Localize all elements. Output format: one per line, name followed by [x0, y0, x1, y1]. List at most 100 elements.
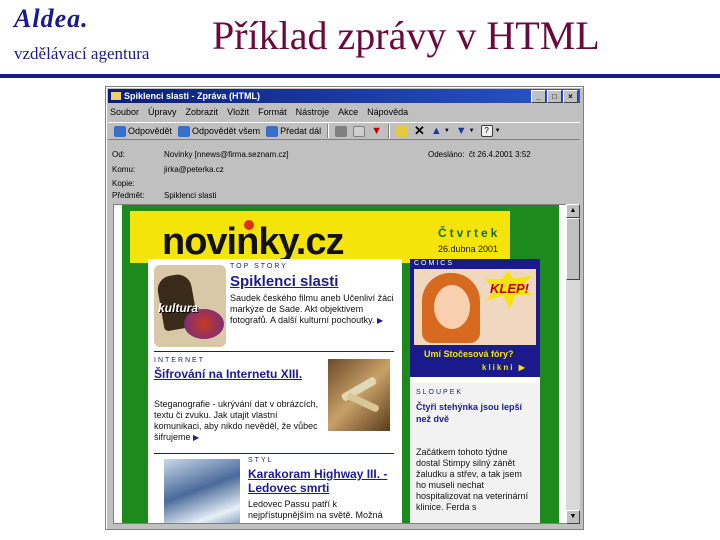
slide-logo: Aldea. [14, 4, 89, 33]
menu-zobrazit[interactable]: Zobrazit [186, 106, 219, 119]
menu-upravy[interactable]: Úpravy [148, 106, 177, 119]
window-titlebar[interactable]: Spiklenci slasti - Zpráva (HTML) _ □ × [108, 89, 580, 103]
down-arrow-icon: ▼ [455, 125, 467, 137]
styl-kicker: STYL [248, 457, 274, 464]
scroll-up-button[interactable]: ▲ [566, 204, 580, 218]
from-label: Od: [112, 150, 125, 159]
comics-arrow-icon: ▶ [518, 363, 527, 372]
menu-format[interactable]: Formát [258, 106, 287, 119]
help-icon: ? [480, 125, 493, 137]
maximize-button[interactable]: □ [547, 90, 562, 103]
newsletter-date: 26.dubna 2001 [438, 244, 499, 254]
close-button[interactable]: × [563, 90, 578, 103]
up-arrow-icon: ▲ [430, 125, 442, 137]
toolbar-separator-2 [388, 124, 391, 138]
from-value: Novinky [nnews@firma.seznam.cz] [164, 150, 289, 159]
menu-napoveda[interactable]: Nápověda [367, 106, 408, 119]
divider [154, 351, 394, 352]
reply-button[interactable]: Odpovědět [114, 125, 173, 137]
menu-soubor[interactable]: Soubor [110, 106, 139, 119]
divider-2 [154, 453, 394, 454]
to-value: jirka@peterka.cz [164, 165, 224, 174]
top-story-headline[interactable]: Spiklenci slasti [230, 273, 338, 290]
delete-button[interactable]: ✕ [414, 123, 425, 139]
subject-value: Spiklenci slasti [164, 191, 217, 200]
face-shape [434, 285, 470, 329]
next-item-button[interactable]: ▼ ▼ [456, 125, 475, 137]
side-column: COMICS KLEP! Umí Stočesová fóry? klikni … [410, 259, 540, 523]
reply-all-label: Odpovědět všem [192, 126, 261, 136]
comics-image: KLEP! [414, 269, 536, 345]
dropdown-arrow-icon-2: ▼ [468, 128, 475, 134]
comics-kicker: COMICS [414, 260, 454, 267]
window-title: Spiklenci slasti - Zpráva (HTML) [124, 91, 261, 101]
internet-kicker: INTERNET [154, 357, 205, 364]
sent-row: Odesláno: čt 26.4.2001 3:52 [428, 150, 531, 159]
newsletter-header: novinky.cz Čtvrtek 26.dubna 2001 [130, 211, 510, 263]
styl-text: Ledovec Passu patří k nejpřístupnějším n… [248, 499, 383, 520]
help-button[interactable]: ? ▼ [480, 125, 501, 137]
slide-subtitle: vzdělávací agentura [14, 44, 150, 63]
forward-label: Předat dál [280, 126, 322, 136]
menu-vlozit[interactable]: Vložit [227, 106, 249, 119]
reply-all-button[interactable]: Odpovědět všem [178, 125, 261, 137]
scroll-down-button[interactable]: ▼ [566, 510, 580, 524]
internet-headline[interactable]: Šifrování na Internetu XIII. [154, 367, 324, 381]
move-folder-button[interactable] [396, 125, 409, 137]
forward-button[interactable]: Předat dál [266, 125, 322, 137]
reply-all-icon [178, 125, 191, 137]
slide-divider [0, 74, 720, 78]
styl-headline[interactable]: Karakoram Highway III. - Ledovec smrti [248, 467, 398, 495]
sent-label: Odesláno: [428, 150, 465, 159]
slide-title: Příklad zprávy v HTML [212, 13, 600, 58]
print-button[interactable] [335, 125, 348, 137]
forward-icon [266, 125, 279, 137]
more-arrow-icon-2[interactable]: ▶ [193, 433, 199, 442]
flag-icon: ▼ [371, 125, 383, 137]
dropdown-arrow-icon-3: ▼ [494, 128, 501, 134]
top-story-text-block: Saudek českého filmu aneb Učenliví žáci … [230, 293, 402, 326]
reply-label: Odpovědět [128, 126, 173, 136]
minimize-button[interactable]: _ [531, 90, 546, 103]
cc-label: Kopie: [112, 179, 135, 188]
sent-value: čt 26.4.2001 3:52 [468, 150, 531, 159]
dropdown-arrow-icon: ▼ [443, 128, 450, 134]
flag-button[interactable]: ▼ [371, 125, 382, 137]
more-arrow-icon[interactable]: ▶ [377, 316, 383, 325]
toolbar: Odpovědět Odpovědět všem Předat dál ▼ ✕ … [108, 122, 580, 140]
key-icon-2 [346, 392, 380, 413]
menu-akce[interactable]: Akce [338, 106, 358, 119]
comics-link-label: klikni [482, 363, 515, 372]
comics-burst: KLEP! [490, 281, 529, 296]
scroll-thumb[interactable] [566, 218, 580, 280]
comics-question: Umí Stočesová fóry? [424, 349, 514, 359]
subject-label: Předmět: [112, 191, 145, 200]
menu-bar: Soubor Úpravy Zobrazit Vložit Formát Nás… [110, 106, 408, 119]
reply-icon [114, 125, 126, 137]
previous-item-button[interactable]: ▲ ▼ [431, 125, 450, 137]
vertical-scrollbar[interactable]: ▲ ▼ [566, 204, 580, 524]
top-story-image-label: kultura [158, 301, 199, 315]
top-story-image[interactable]: kultura [154, 265, 226, 347]
comics-link[interactable]: klikni ▶ [482, 363, 527, 372]
top-story-text: Saudek českého filmu aneb Učenliví žáci … [230, 293, 394, 325]
copy-button[interactable] [353, 125, 366, 137]
envelope-icon [111, 92, 121, 100]
to-label: Komu: [112, 165, 136, 174]
copy-icon [353, 125, 366, 137]
internet-image[interactable] [328, 359, 390, 431]
logo-dot-icon [244, 220, 254, 230]
message-body[interactable]: novinky.cz Čtvrtek 26.dubna 2001 kultura… [113, 204, 568, 524]
sloupek-text: Začátkem tohoto týdne dostal Stimpy siln… [416, 447, 529, 512]
delete-icon: ✕ [414, 123, 425, 138]
glacier-image[interactable] [164, 459, 240, 523]
internet-text: Steganografie - ukrývání dat v obrázcích… [154, 399, 319, 442]
comics-box[interactable]: COMICS KLEP! Umí Stočesová fóry? klikni … [410, 259, 540, 377]
sloupek-box: SLOUPEK Čtyři stehýnka jsou lepší než dv… [410, 383, 540, 523]
sloupek-headline[interactable]: Čtyři stehýnka jsou lepší než dvě [416, 401, 536, 425]
internet-text-block: Steganografie - ukrývání dat v obrázcích… [154, 399, 324, 443]
sloupek-kicker: SLOUPEK [416, 389, 464, 396]
main-column: kultura TOP STORY Spiklenci slasti Saude… [148, 259, 402, 523]
folder-icon [396, 125, 409, 137]
menu-nastroje[interactable]: Nástroje [296, 106, 330, 119]
